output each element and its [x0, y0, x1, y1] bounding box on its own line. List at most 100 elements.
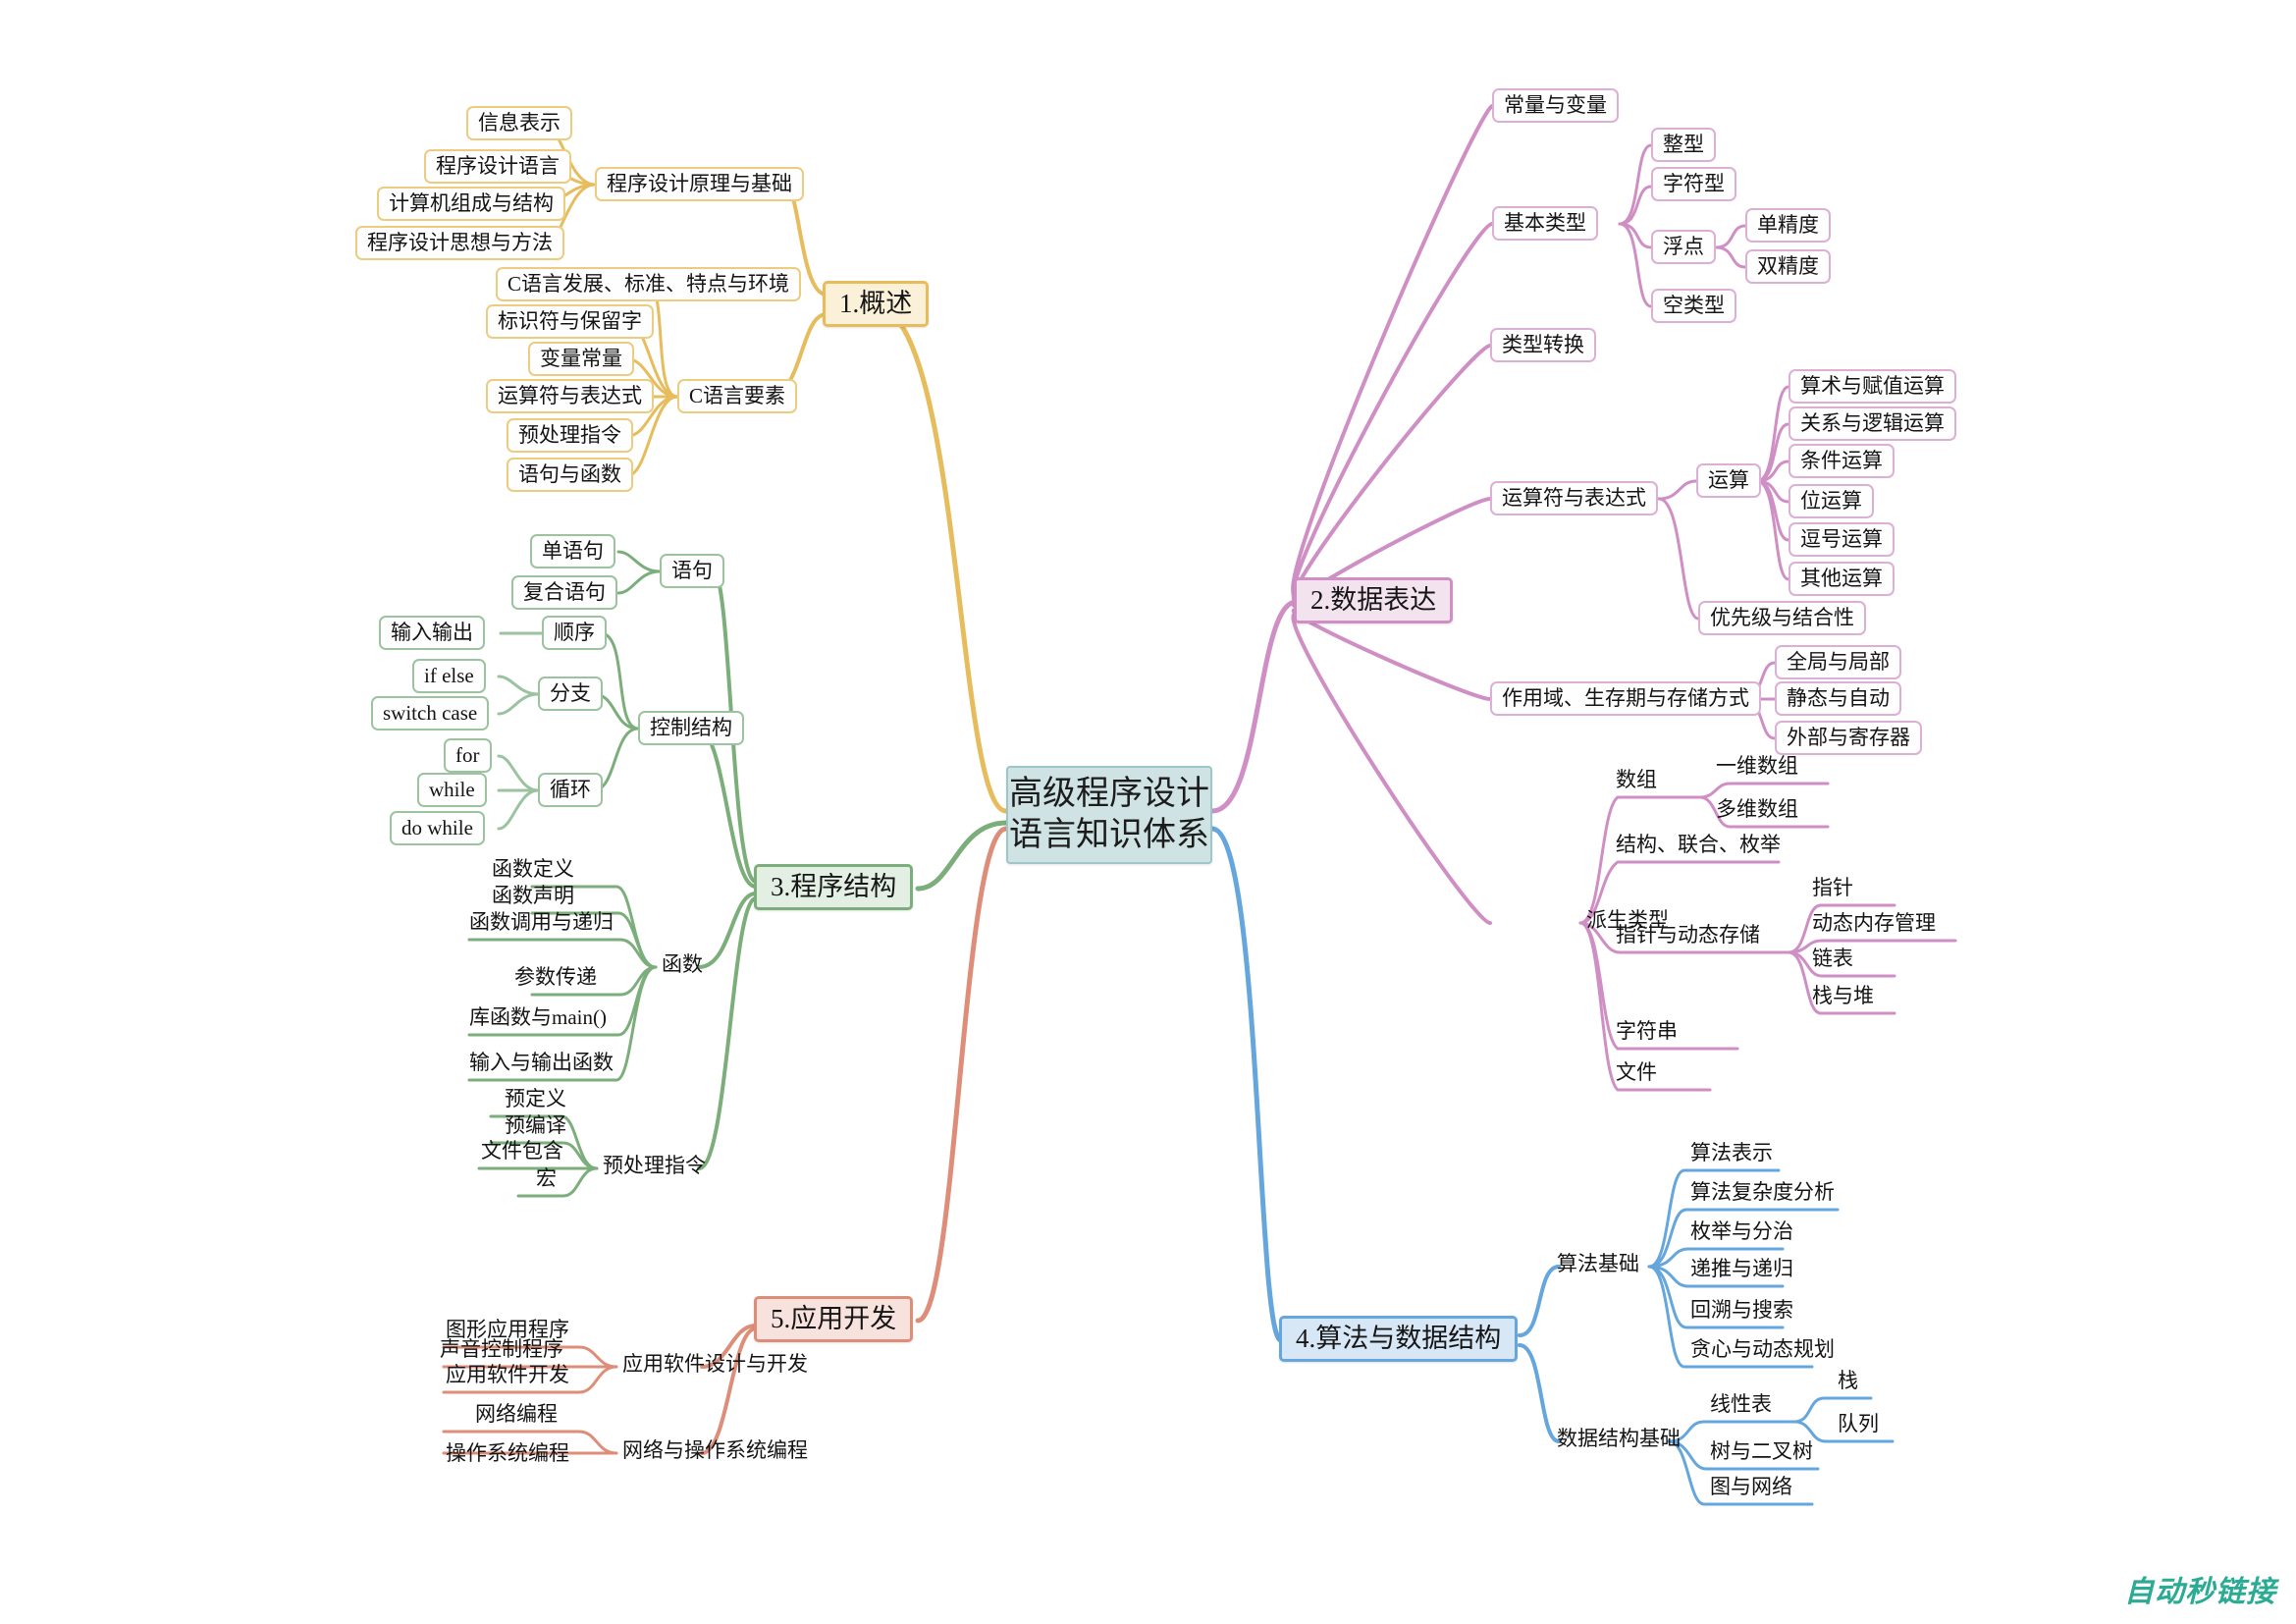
- node-data-structure-basics[interactable]: 数据结构基础: [1551, 1427, 1686, 1451]
- node-program-design-principles[interactable]: 程序设计原理与基础: [595, 167, 804, 201]
- node-basic-types[interactable]: 基本类型: [1492, 206, 1598, 241]
- node-parameter-passing[interactable]: 参数传递: [508, 965, 603, 990]
- node-statement[interactable]: 语句: [660, 554, 724, 588]
- node-one-dim-array[interactable]: 一维数组: [1710, 754, 1804, 779]
- node-dynamic-memory-management[interactable]: 动态内存管理: [1806, 911, 1942, 936]
- branch-node-2-data-representation[interactable]: 2.数据表达: [1294, 577, 1454, 623]
- node-programming-language[interactable]: 程序设计语言: [424, 149, 571, 184]
- node-switch-case[interactable]: switch case: [371, 696, 490, 731]
- node-algorithm-basics[interactable]: 算法基础: [1551, 1252, 1645, 1276]
- node-os-programming[interactable]: 操作系统编程: [440, 1441, 575, 1466]
- node-void-type[interactable]: 空类型: [1651, 289, 1736, 323]
- node-network-os-programming[interactable]: 网络与操作系统编程: [616, 1438, 814, 1463]
- node-scope-lifetime-storage[interactable]: 作用域、生存期与存储方式: [1490, 681, 1761, 716]
- node-tree-binary-tree[interactable]: 树与二叉树: [1704, 1439, 1819, 1464]
- node-stack[interactable]: 栈: [1832, 1369, 1864, 1393]
- node-network-programming[interactable]: 网络编程: [469, 1402, 563, 1427]
- node-recurrence-recursion[interactable]: 递推与递归: [1684, 1257, 1799, 1281]
- node-if-else[interactable]: if else: [412, 659, 486, 693]
- node-library-functions-main[interactable]: 库函数与main(): [463, 1005, 613, 1030]
- node-c-language-elements[interactable]: C语言要素: [677, 379, 798, 413]
- node-constants-variables[interactable]: 常量与变量: [1492, 88, 1619, 123]
- node-sequence[interactable]: 顺序: [542, 616, 607, 650]
- link-yj-fhyj: [616, 569, 662, 595]
- node-variables-constants[interactable]: 变量常量: [528, 342, 634, 376]
- node-function-call-recursion[interactable]: 函数调用与递归: [463, 910, 619, 935]
- node-extern-register[interactable]: 外部与寄存器: [1775, 721, 1922, 755]
- node-do-while[interactable]: do while: [390, 811, 485, 845]
- node-struct-union-enum[interactable]: 结构、联合、枚举: [1610, 833, 1787, 857]
- node-input-output[interactable]: 输入输出: [379, 616, 485, 650]
- node-operators-expressions-2[interactable]: 运算符与表达式: [1490, 481, 1658, 515]
- node-predefinition[interactable]: 预定义: [499, 1087, 572, 1111]
- node-arithmetic-assignment-ops[interactable]: 算术与赋值运算: [1789, 369, 1956, 404]
- node-function[interactable]: 函数: [656, 952, 709, 977]
- node-computer-organization[interactable]: 计算机组成与结构: [377, 187, 565, 221]
- node-queue[interactable]: 队列: [1832, 1412, 1885, 1436]
- node-design-thinking-methods[interactable]: 程序设计思想与方法: [355, 226, 564, 260]
- node-preprocessor-directives-1[interactable]: 预处理指令: [507, 418, 633, 453]
- link-hs-hsdydg: [467, 938, 658, 969]
- node-stack-heap[interactable]: 栈与堆: [1806, 984, 1880, 1008]
- node-operators-expressions-1[interactable]: 运算符与表达式: [486, 379, 654, 413]
- node-double-precision[interactable]: 双精度: [1745, 249, 1831, 284]
- node-app-software-development[interactable]: 应用软件开发: [440, 1363, 575, 1387]
- link-root-b4: [1209, 826, 1284, 1343]
- node-preprocessor-directives-2[interactable]: 预处理指令: [597, 1154, 712, 1178]
- node-macro[interactable]: 宏: [530, 1166, 562, 1191]
- node-graph-network[interactable]: 图与网络: [1704, 1475, 1798, 1499]
- node-bitwise-op[interactable]: 位运算: [1789, 484, 1874, 518]
- link-ys-ssyfzys: [1755, 385, 1790, 483]
- branch-node-1-overview[interactable]: 1.概述: [823, 281, 930, 327]
- node-file[interactable]: 文件: [1610, 1060, 1663, 1085]
- node-type-conversion[interactable]: 类型转换: [1490, 328, 1596, 362]
- node-conditional-op[interactable]: 条件运算: [1789, 444, 1895, 478]
- node-single-precision[interactable]: 单精度: [1745, 208, 1831, 243]
- link-ys-gxylkys: [1755, 422, 1790, 483]
- node-string[interactable]: 字符串: [1610, 1019, 1683, 1044]
- node-compound-statement[interactable]: 复合语句: [511, 575, 617, 610]
- node-information-representation[interactable]: 信息表示: [466, 106, 572, 140]
- node-sound-control-program[interactable]: 声音控制程序: [434, 1337, 569, 1362]
- node-algorithm-representation[interactable]: 算法表示: [1684, 1141, 1779, 1165]
- branch-node-5-application-development[interactable]: 5.应用开发: [754, 1296, 914, 1342]
- node-linked-list[interactable]: 链表: [1806, 947, 1859, 971]
- node-function-declaration[interactable]: 函数声明: [486, 884, 580, 908]
- node-branch[interactable]: 分支: [538, 677, 603, 711]
- node-for[interactable]: for: [444, 738, 492, 773]
- node-char-type[interactable]: 字符型: [1651, 167, 1736, 201]
- node-linear-list[interactable]: 线性表: [1704, 1392, 1778, 1417]
- node-loop[interactable]: 循环: [538, 773, 603, 807]
- node-identifiers-keywords[interactable]: 标识符与保留字: [486, 304, 654, 339]
- node-complexity-analysis[interactable]: 算法复杂度分析: [1684, 1180, 1841, 1205]
- node-array[interactable]: 数组: [1610, 768, 1663, 792]
- node-pointer-dynamic-storage[interactable]: 指针与动态存储: [1610, 923, 1766, 947]
- node-comma-op[interactable]: 逗号运算: [1789, 522, 1895, 557]
- node-file-include[interactable]: 文件包含: [475, 1139, 569, 1164]
- node-other-ops[interactable]: 其他运算: [1789, 562, 1895, 596]
- node-backtracking-search[interactable]: 回溯与搜索: [1684, 1298, 1799, 1323]
- branch-node-4-algorithms-data-structures[interactable]: 4.算法与数据结构: [1279, 1316, 1519, 1362]
- node-input-output-functions[interactable]: 输入与输出函数: [463, 1051, 619, 1075]
- node-integer-type[interactable]: 整型: [1651, 128, 1716, 162]
- node-static-auto[interactable]: 静态与自动: [1775, 681, 1901, 716]
- node-operation[interactable]: 运算: [1696, 463, 1761, 498]
- root-node[interactable]: 高级程序设计 语言知识体系: [1006, 766, 1212, 864]
- node-statements-functions[interactable]: 语句与函数: [507, 458, 633, 492]
- node-multi-dim-array[interactable]: 多维数组: [1710, 797, 1804, 822]
- node-app-software-design-dev[interactable]: 应用软件设计与开发: [616, 1352, 814, 1377]
- node-global-local[interactable]: 全局与局部: [1775, 645, 1901, 679]
- node-float-type[interactable]: 浮点: [1651, 230, 1716, 264]
- node-single-statement[interactable]: 单语句: [530, 534, 615, 568]
- node-control-structure[interactable]: 控制结构: [638, 711, 744, 745]
- node-pointer[interactable]: 指针: [1806, 876, 1859, 900]
- node-precedence-associativity[interactable]: 优先级与结合性: [1698, 601, 1866, 635]
- node-precompilation[interactable]: 预编译: [499, 1113, 572, 1138]
- node-while[interactable]: while: [417, 773, 487, 807]
- branch-node-3-program-structure[interactable]: 3.程序结构: [754, 864, 914, 910]
- node-relational-logical-ops[interactable]: 关系与逻辑运算: [1789, 406, 1956, 441]
- node-enumeration-divide-conquer[interactable]: 枚举与分治: [1684, 1219, 1799, 1244]
- node-function-definition[interactable]: 函数定义: [486, 857, 580, 882]
- node-greedy-dp[interactable]: 贪心与动态规划: [1684, 1337, 1841, 1362]
- node-c-history-standards[interactable]: C语言发展、标准、特点与环境: [496, 267, 802, 301]
